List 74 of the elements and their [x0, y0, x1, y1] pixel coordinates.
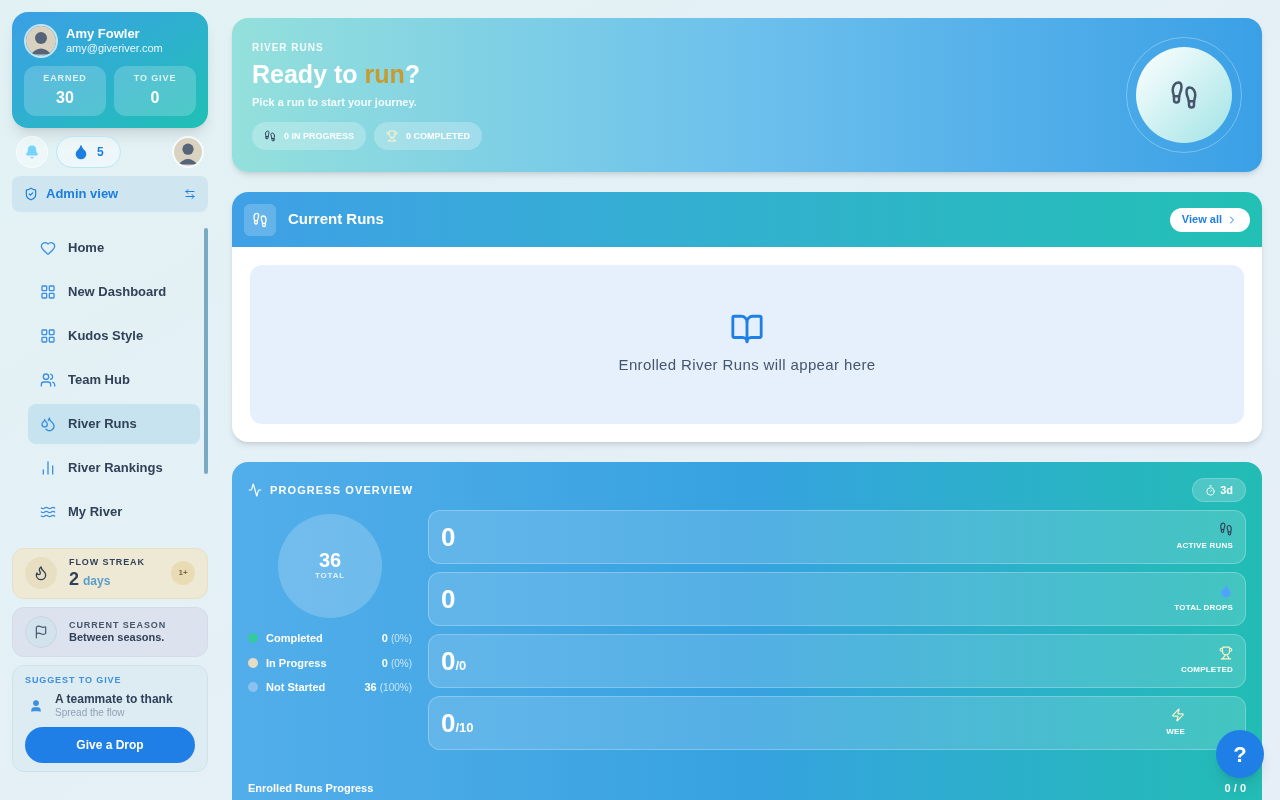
legend-label: In Progress — [266, 655, 328, 671]
nav-item[interactable]: River Rankings — [28, 447, 200, 488]
progress-title: PROGRESS OVERVIEW — [270, 482, 415, 498]
streak-unit: days — [83, 573, 111, 589]
season-label: CURRENT SEASON — [69, 619, 167, 631]
trophy-icon — [1219, 646, 1233, 660]
stat-label: EARNED — [43, 72, 87, 85]
legend-value: 0 (0%) — [381, 631, 412, 646]
legend-value: 36 (100%) — [364, 680, 412, 695]
drops-button[interactable]: 5 — [56, 135, 121, 168]
legend-value: 0 (0%) — [381, 655, 412, 671]
trend-icon — [248, 483, 262, 497]
give-drop-button[interactable]: Give a Drop — [25, 727, 195, 764]
notification-button[interactable] — [16, 135, 48, 168]
people-icon — [40, 371, 56, 388]
stat-caption: WEE — [1166, 726, 1185, 738]
shield-icon — [24, 186, 38, 201]
total-label: TOTAL — [315, 570, 345, 582]
empty-message: Enrolled River Runs will appear here — [618, 355, 876, 376]
stat-number: 0 — [441, 582, 457, 616]
bell-icon — [25, 144, 39, 159]
nav-item[interactable]: Kudos Style — [28, 315, 200, 356]
hero-eyebrow: RIVER RUNS — [252, 40, 325, 55]
trophy-icon — [386, 130, 399, 143]
streak-value: 2 — [69, 567, 79, 591]
nav-item[interactable]: My River — [28, 491, 200, 532]
streak-badge: 1+ — [171, 561, 195, 586]
stat-value: 0 — [150, 87, 160, 108]
person-icon — [29, 698, 43, 713]
stat-label: TO GIVE — [133, 72, 177, 85]
bar-chart-icon — [40, 459, 56, 476]
grid-icon — [40, 327, 56, 344]
streak-label: FLOW STREAK — [69, 556, 146, 568]
legend-label: Completed — [266, 631, 324, 646]
stat-number: 0/10 — [441, 706, 475, 740]
grid-icon — [40, 283, 56, 300]
flag-icon — [34, 625, 48, 640]
heart-icon — [40, 239, 56, 256]
period-badge: 3d — [1192, 478, 1246, 502]
bolt-icon — [1171, 708, 1185, 722]
enrolled-label: Enrolled Runs Progress — [248, 780, 374, 796]
hero-title: Ready to run? — [252, 58, 422, 90]
suggest-title: A teammate to thank — [55, 691, 173, 707]
nav-item[interactable]: River Runs — [28, 403, 200, 444]
swap-icon — [184, 187, 196, 200]
total-value: 36 — [318, 550, 342, 570]
suggest-subtitle: Spread the flow — [55, 706, 126, 720]
drop-icon — [1219, 584, 1233, 598]
drops-icon — [40, 415, 56, 432]
user-name: Amy Fowler — [66, 26, 141, 43]
user-email: amy@giveriver.com — [66, 42, 163, 56]
stat-caption: ACTIVE RUNS — [1176, 540, 1233, 552]
drop-icon — [73, 143, 89, 160]
stat-caption: TOTAL DROPS — [1174, 602, 1233, 614]
flame-icon — [33, 565, 49, 582]
stat-number: 0/0 — [441, 644, 468, 678]
avatar — [24, 24, 58, 58]
stat-value: 30 — [56, 87, 74, 108]
nav-item[interactable]: Home — [28, 227, 200, 268]
legend-label: Not Started — [266, 680, 327, 695]
timer-icon — [1205, 484, 1217, 496]
suggest-label: SUGGEST TO GIVE — [25, 674, 123, 688]
enrolled-value: 0 / 0 — [1224, 780, 1246, 796]
nav-item[interactable]: New Dashboard — [28, 271, 200, 312]
stat-caption: COMPLETED — [1180, 664, 1233, 676]
avatar — [172, 135, 204, 168]
panel-title: Current Runs — [288, 209, 385, 230]
stat-number: 0 — [441, 520, 457, 554]
season-value: Between seasons. — [69, 631, 166, 645]
nav-item[interactable]: Team Hub — [28, 359, 200, 400]
status-pill: 0 IN PROGRESS — [252, 122, 367, 151]
hero-subtitle: Pick a run to start your journey. — [252, 94, 418, 110]
view-all-button[interactable]: View all — [1169, 207, 1250, 232]
status-pill: 0 COMPLETED — [374, 122, 483, 151]
